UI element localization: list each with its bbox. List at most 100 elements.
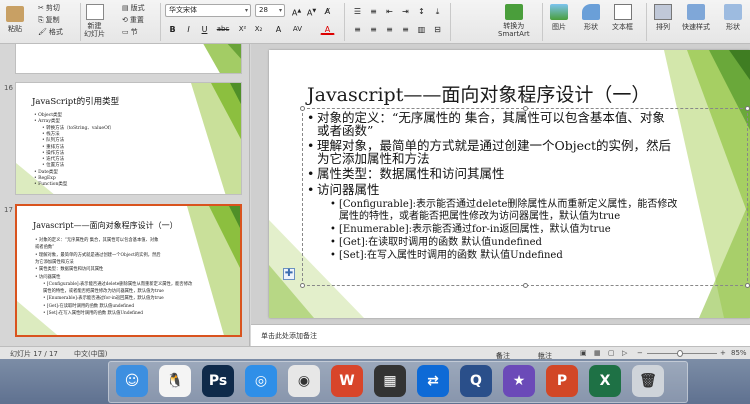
italic-icon[interactable]: I	[181, 22, 196, 35]
copy-icon: ⎘	[38, 15, 44, 24]
align-center-icon[interactable]: ≡	[366, 22, 381, 35]
new-slide-button[interactable]: 新建 幻灯片	[84, 4, 105, 38]
bullet-line: 或者函数”	[317, 122, 374, 138]
normal-view-icon[interactable]: ▣	[580, 349, 587, 357]
bullet-line: [Set]:在写入属性时调用的函数 默认值Undefined	[339, 249, 563, 261]
columns-icon[interactable]: ▥	[414, 22, 429, 35]
paste-button[interactable]: 粘贴	[6, 6, 24, 34]
align-left-icon[interactable]: ≡	[350, 22, 365, 35]
qq-icon[interactable]: 🐧	[159, 365, 191, 397]
text-effects-icon[interactable]: A	[271, 22, 286, 35]
thumbnail-bullet-line: • 栈方法	[42, 131, 60, 137]
resize-handle[interactable]	[523, 283, 528, 288]
slide-thumbnail-pane[interactable]: 16 JavaScript的引用类型 • Object类型 • Array类型 • …	[0, 44, 250, 346]
indent-icon[interactable]: ⇥	[398, 4, 413, 17]
safari-icon[interactable]: ◎	[245, 365, 277, 397]
quick-styles-button[interactable]: 快速样式	[682, 4, 710, 32]
thumbnail-bullet-line: • Function类型	[34, 182, 68, 188]
slide-canvas[interactable]: Javascript——面向对象程序设计（一） 对象的定义：“无序属性的 集合，…	[269, 50, 750, 318]
textbox-button[interactable]: 文本框	[612, 4, 633, 32]
thumbnail-bullet-line: • 理解对象，最简单的方式就是通过创建一个Object的实例，然后	[35, 252, 161, 258]
font-name-select[interactable]: 华文宋体 ▾	[165, 4, 251, 17]
add-content-icon[interactable]: ✚	[283, 268, 295, 280]
thumbnail-title: JavaScript的引用类型	[32, 97, 120, 107]
thumbnail-bullet-line: • [Set]:在写入属性时调用的函数 默认值Undefined	[43, 311, 144, 316]
font-spacing-icon[interactable]: AV	[290, 22, 305, 35]
outdent-icon[interactable]: ⇤	[382, 4, 397, 17]
thumbnail-title: Javascript——面向对象程序设计（一）	[33, 221, 178, 230]
underline-icon[interactable]: U	[197, 22, 212, 35]
bullets-icon[interactable]: ☰	[350, 4, 365, 17]
slide-thumbnail-17[interactable]: Javascript——面向对象程序设计（一） • 对象的定义：“无序属性的 集…	[15, 204, 242, 337]
video-icon[interactable]: ▦	[374, 365, 406, 397]
finder-icon[interactable]: ☺	[116, 365, 148, 397]
strikethrough-icon[interactable]: abc	[213, 22, 233, 35]
justify-icon[interactable]: ≡	[398, 22, 413, 35]
photoshop-icon[interactable]: Ps	[202, 365, 234, 397]
sorter-view-icon[interactable]: ▦	[594, 349, 601, 357]
subscript-icon[interactable]: X₂	[251, 22, 266, 35]
wps-icon[interactable]: W	[331, 365, 363, 397]
thumbnail-bullet-line: • [Enumerable]:表示能否通过for-in返回属性，默认值为true	[43, 296, 164, 302]
divider	[160, 3, 161, 41]
powerpoint-icon[interactable]: P	[546, 365, 578, 397]
imovie-icon[interactable]: ★	[503, 365, 535, 397]
resize-handle[interactable]	[745, 283, 750, 288]
picture-button[interactable]: 图片	[550, 4, 568, 32]
convert-smartart-button[interactable]: 转换为 SmartArt	[498, 4, 530, 38]
zoom-level[interactable]: 85%	[731, 349, 747, 357]
trash-icon[interactable]: 🗑	[632, 365, 664, 397]
line-spacing-icon[interactable]: ↕	[414, 4, 429, 17]
text-direction-icon[interactable]: ⤓	[430, 4, 445, 17]
font-color-icon[interactable]: A	[320, 22, 335, 35]
increase-font-icon[interactable]: A▲	[289, 4, 304, 18]
slideshow-icon[interactable]: ▷	[622, 349, 627, 357]
excel-icon[interactable]: X	[589, 365, 621, 397]
decrease-font-icon[interactable]: A▼	[304, 4, 319, 18]
resize-handle[interactable]	[745, 106, 750, 111]
reading-view-icon[interactable]: ▢	[608, 349, 615, 357]
divider	[646, 3, 647, 41]
reset-button[interactable]: ⟲ 重置	[122, 15, 144, 25]
copy-button[interactable]: ⎘ 复制	[38, 15, 60, 25]
zoom-out-icon[interactable]: −	[637, 349, 643, 357]
cut-button[interactable]: ✂ 剪切	[38, 3, 60, 13]
bold-icon[interactable]: B	[165, 22, 180, 35]
thumbnail-bullet-line: • Date类型	[34, 169, 58, 175]
resize-handle[interactable]	[300, 283, 305, 288]
divider	[450, 3, 451, 41]
notes-pane[interactable]: 单击此处添加备注	[251, 324, 750, 346]
numbering-icon[interactable]: ≡	[366, 4, 381, 17]
content-textbox[interactable]: 对象的定义：“无序属性的 集合，其属性可以包含基本值、对象或者函数”理解对象，最…	[300, 96, 750, 288]
clear-format-icon[interactable]: A̸	[320, 4, 335, 17]
zoom-in-icon[interactable]: +	[720, 349, 726, 357]
slide-title[interactable]: Javascript——面向对象程序设计（一）	[307, 80, 650, 107]
macos-dock: ☺ 🐧 Ps ◎ ◉ W ▦ ⇄ Q ★ P X 🗑	[0, 359, 750, 404]
align-right-icon[interactable]: ≡	[382, 22, 397, 35]
thumbnail-bullet-line: • 属性类型：数据属性和访问其属性	[35, 267, 104, 273]
rotate-handle[interactable]	[523, 96, 528, 101]
resize-handle[interactable]	[300, 106, 305, 111]
format-painter-button[interactable]: 🖌 格式	[38, 27, 63, 37]
slide-thumbnail-15[interactable]	[15, 44, 242, 74]
slide-editor[interactable]: Javascript——面向对象程序设计（一） 对象的定义：“无序属性的 集合，…	[251, 44, 750, 324]
chrome-icon[interactable]: ◉	[288, 365, 320, 397]
bullet-item: 属性类型：数据属性和访问其属性	[307, 167, 504, 181]
superscript-icon[interactable]: X²	[235, 22, 250, 35]
slide-thumbnail-16[interactable]: JavaScript的引用类型 • Object类型 • Array类型 • 转换方…	[15, 82, 242, 195]
chevron-down-icon: ▾	[278, 7, 282, 14]
sub-bullet-item: [Configurable]:表示能否通过delete删除属性从而重新定义属性，…	[330, 199, 677, 222]
shape-fill-button[interactable]: 形状	[724, 4, 742, 32]
shape-button[interactable]: 形状	[582, 4, 600, 32]
font-size-select[interactable]: 28 ▾	[255, 4, 285, 17]
zoom-slider-thumb[interactable]	[677, 350, 683, 357]
teamviewer-icon[interactable]: ⇄	[417, 365, 449, 397]
arrange-button[interactable]: 排列	[654, 4, 672, 32]
bullet-line: 为它添加属性和方法	[317, 150, 430, 166]
section-button[interactable]: ▭ 节	[122, 27, 138, 37]
zoom-slider[interactable]	[647, 350, 717, 357]
divider	[344, 3, 345, 41]
quicktime-icon[interactable]: Q	[460, 365, 492, 397]
layout-button[interactable]: ▤ 版式	[122, 3, 145, 13]
align-text-icon[interactable]: ⊟	[430, 22, 445, 35]
